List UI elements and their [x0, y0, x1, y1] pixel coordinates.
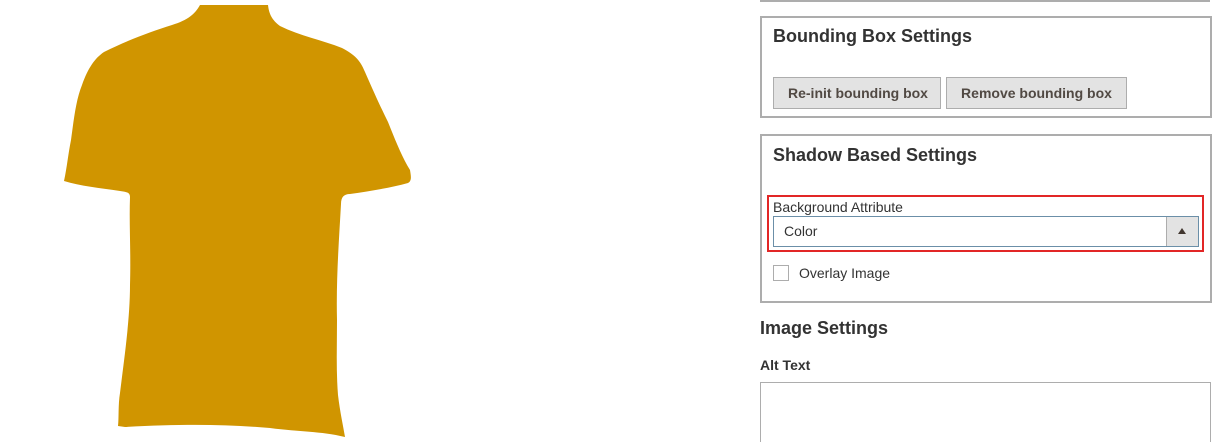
background-attribute-select[interactable]: Color — [773, 216, 1199, 247]
overlay-image-label: Overlay Image — [799, 265, 891, 281]
reinit-bounding-box-button[interactable]: Re-init bounding box — [773, 77, 941, 109]
previous-panel-edge — [760, 0, 1210, 2]
bounding-box-settings-panel: Bounding Box Settings Re-init bounding b… — [760, 16, 1212, 118]
remove-bounding-box-button[interactable]: Remove bounding box — [946, 77, 1127, 109]
background-attribute-label: Background Attribute — [773, 199, 903, 215]
bounding-box-settings-title: Bounding Box Settings — [773, 26, 972, 46]
select-toggle-button[interactable] — [1166, 217, 1198, 246]
product-designer-page: Bounding Box Settings Re-init bounding b… — [0, 0, 1226, 442]
triangle-up-icon — [1178, 228, 1186, 234]
image-settings-title: Image Settings — [760, 318, 889, 338]
background-attribute-value: Color — [784, 223, 818, 239]
product-preview — [0, 0, 740, 442]
overlay-image-checkbox[interactable] — [773, 265, 789, 281]
shadow-based-settings-title: Shadow Based Settings — [773, 145, 978, 165]
shadow-based-settings-panel: Shadow Based Settings Background Attribu… — [760, 134, 1212, 303]
tshirt-image — [64, 5, 411, 437]
alt-text-label: Alt Text — [760, 357, 811, 373]
alt-text-input[interactable] — [760, 382, 1211, 442]
